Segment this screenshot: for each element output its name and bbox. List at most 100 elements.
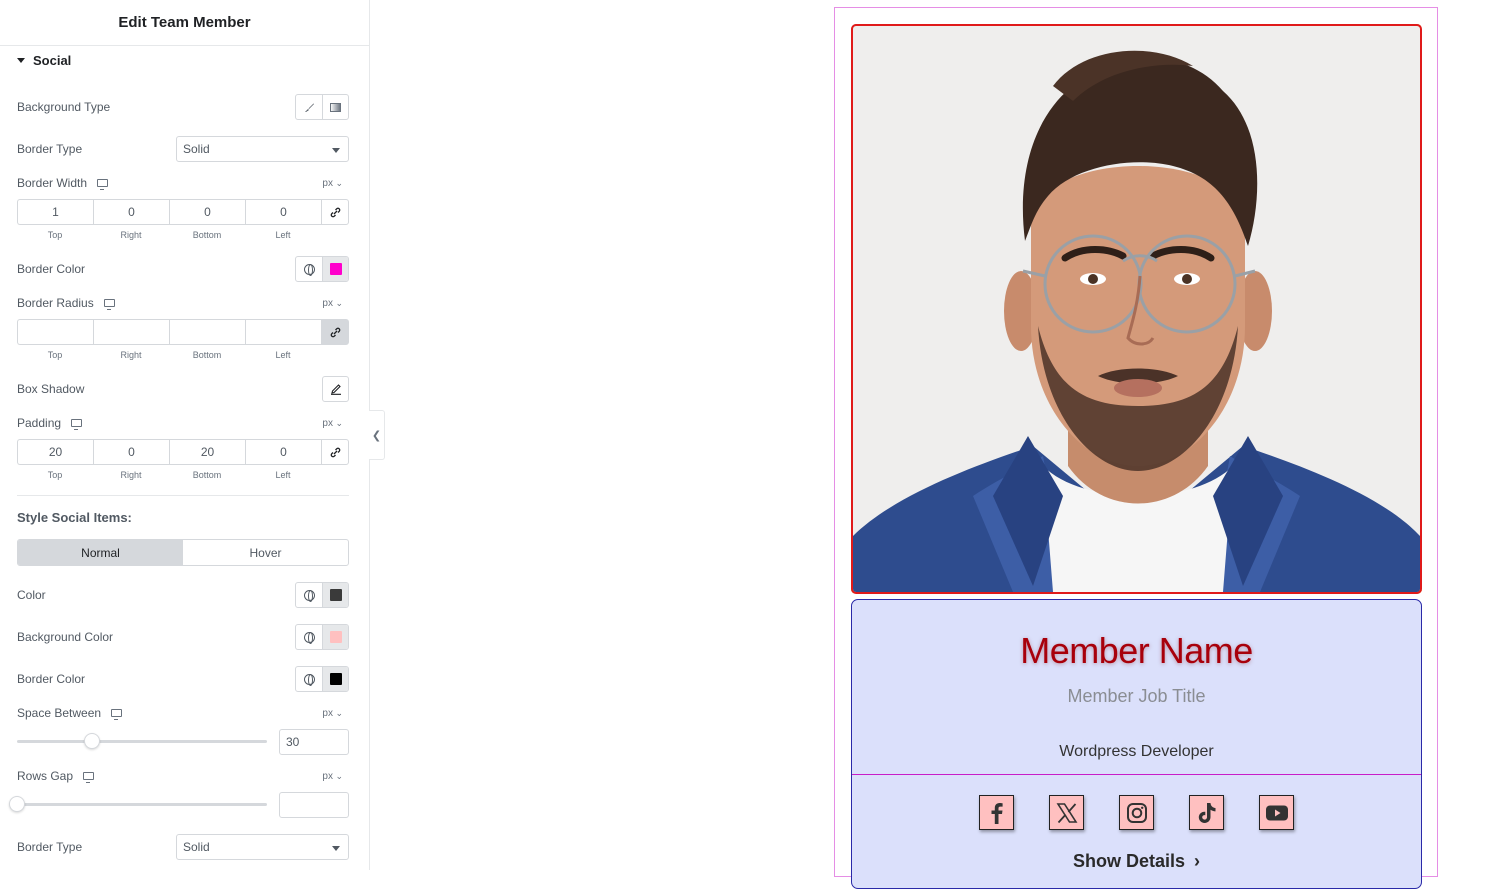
dim-label-bottom: Bottom: [192, 230, 222, 240]
global-colors-button[interactable]: [296, 667, 322, 691]
item-border-type-label: Border Type: [17, 840, 83, 854]
desktop-icon[interactable]: [71, 419, 83, 430]
global-colors-button[interactable]: [296, 583, 322, 607]
border-radius-top-input[interactable]: [17, 319, 93, 345]
slider-handle[interactable]: [9, 796, 25, 812]
padding-inputs: 20 0 20 0: [17, 439, 349, 465]
global-colors-button[interactable]: [296, 257, 322, 281]
item-border-color-swatch-button[interactable]: [322, 667, 348, 691]
tab-hover[interactable]: Hover: [183, 540, 348, 565]
border-width-right-input[interactable]: 0: [93, 199, 169, 225]
separator-line: [852, 774, 1421, 775]
unit-select[interactable]: px: [322, 178, 343, 189]
show-details-button[interactable]: Show Details ›: [852, 851, 1421, 872]
desktop-icon[interactable]: [83, 772, 95, 783]
padding-dim-labels: Top Right Bottom Left: [17, 470, 321, 480]
color-swatch: [329, 263, 342, 275]
chevron-left-icon: ❮: [371, 429, 382, 442]
globe-icon: [303, 673, 315, 686]
pencil-icon: [330, 384, 341, 395]
border-type-control: Border Type Solid: [17, 136, 349, 162]
border-color-swatch-button[interactable]: [322, 257, 348, 281]
border-type-select[interactable]: Solid: [176, 136, 349, 162]
x-icon[interactable]: [1049, 795, 1084, 830]
border-color-control: Border Color: [17, 256, 349, 282]
team-member-widget[interactable]: Member Name Member Job Title Wordpress D…: [834, 7, 1438, 889]
item-border-type-control: Border Type Solid: [17, 834, 349, 860]
social-icons: [852, 795, 1421, 830]
padding-left-input[interactable]: 0: [245, 439, 321, 465]
rows-gap-header: Rows Gap px: [17, 763, 349, 789]
rows-gap-label: Rows Gap: [17, 769, 74, 783]
border-radius-bottom-input[interactable]: [169, 319, 245, 345]
slider-handle[interactable]: [84, 733, 100, 749]
chevron-right-icon: ›: [1194, 851, 1201, 871]
link-values-icon[interactable]: [321, 199, 349, 225]
color-picker: [295, 582, 349, 608]
color-swatch-button[interactable]: [322, 583, 348, 607]
color-control: Color: [17, 582, 349, 608]
background-color-control: Background Color: [17, 624, 349, 650]
panel-title: Edit Team Member: [0, 0, 369, 46]
padding-top-input[interactable]: 20: [17, 439, 93, 465]
desktop-icon[interactable]: [97, 179, 109, 190]
unit-select[interactable]: px: [322, 771, 343, 782]
globe-icon: [303, 631, 315, 644]
item-border-type-select[interactable]: Solid: [176, 834, 349, 860]
tiktok-icon[interactable]: [1189, 795, 1224, 830]
border-width-top-input[interactable]: 1: [17, 199, 93, 225]
link-values-icon[interactable]: [321, 439, 349, 465]
collapse-panel-button[interactable]: ❮: [369, 410, 385, 460]
edit-box-shadow-button[interactable]: [322, 376, 349, 402]
dim-label-left: Left: [275, 350, 291, 360]
desktop-icon[interactable]: [103, 299, 115, 310]
border-width-inputs: 1 0 0 0: [17, 199, 349, 225]
gradient-icon[interactable]: [322, 95, 348, 119]
box-shadow-control: Box Shadow: [17, 376, 349, 402]
member-name: Member Name: [1020, 630, 1253, 671]
desktop-icon[interactable]: [111, 709, 123, 720]
classic-brush-icon[interactable]: [296, 95, 322, 119]
global-colors-button[interactable]: [296, 625, 322, 649]
section-toggle-social[interactable]: Social: [17, 53, 71, 68]
instagram-icon[interactable]: [1119, 795, 1154, 830]
background-color-swatch-button[interactable]: [322, 625, 348, 649]
border-width-left-input[interactable]: 0: [245, 199, 321, 225]
space-between-label: Space Between: [17, 706, 102, 720]
border-radius-inputs: [17, 319, 349, 345]
padding-right-input[interactable]: 0: [93, 439, 169, 465]
dim-label-top: Top: [47, 350, 63, 360]
member-job-title: Member Job Title: [1067, 686, 1206, 706]
padding-bottom-input[interactable]: 20: [169, 439, 245, 465]
link-values-icon[interactable]: [321, 319, 349, 345]
border-radius-right-input[interactable]: [93, 319, 169, 345]
dim-label-bottom: Bottom: [192, 350, 222, 360]
member-info-card: Member Name Member Job Title Wordpress D…: [851, 599, 1422, 889]
unit-select[interactable]: px: [322, 708, 343, 719]
border-type-label: Border Type: [17, 142, 83, 156]
background-type-control: Background Type: [17, 94, 349, 120]
rows-gap-input[interactable]: [279, 792, 349, 818]
youtube-icon[interactable]: [1259, 795, 1294, 830]
item-border-color-picker: [295, 666, 349, 692]
space-between-input[interactable]: 30: [279, 729, 349, 755]
unit-select[interactable]: px: [322, 418, 343, 429]
unit-select[interactable]: px: [322, 298, 343, 309]
border-width-label: Border Width: [17, 176, 88, 190]
space-between-slider[interactable]: [17, 733, 267, 749]
background-color-label: Background Color: [17, 630, 114, 644]
border-radius-left-input[interactable]: [245, 319, 321, 345]
border-width-bottom-input[interactable]: 0: [169, 199, 245, 225]
globe-icon: [303, 263, 315, 276]
style-social-items-heading: Style Social Items:: [17, 510, 132, 525]
caret-down-icon: [17, 58, 25, 63]
background-color-picker: [295, 624, 349, 650]
rows-gap-slider[interactable]: [9, 796, 267, 812]
border-radius-header: Border Radius px: [17, 290, 349, 316]
tab-normal[interactable]: Normal: [18, 540, 183, 565]
dim-label-left: Left: [275, 230, 291, 240]
facebook-icon[interactable]: [979, 795, 1014, 830]
dim-label-right: Right: [120, 470, 142, 480]
border-radius-label: Border Radius: [17, 296, 94, 310]
color-swatch: [329, 631, 342, 643]
